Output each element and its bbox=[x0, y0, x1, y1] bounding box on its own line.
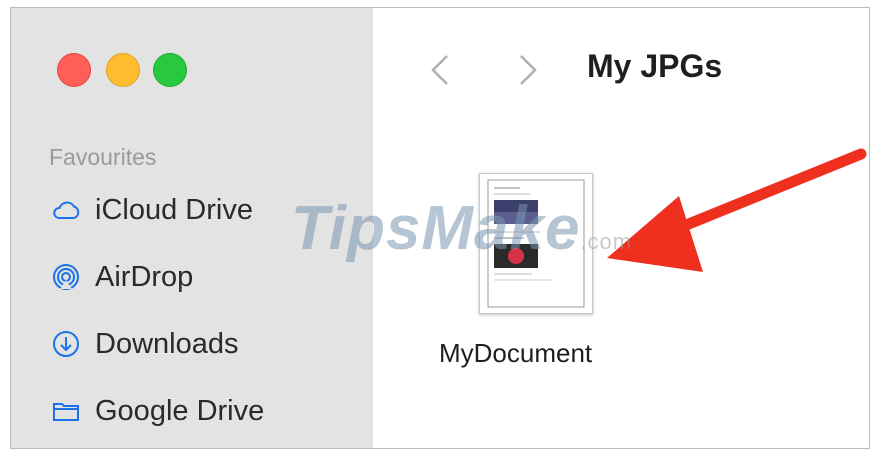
minimize-window-button[interactable] bbox=[106, 53, 140, 87]
sidebar-item-google-drive[interactable]: Google Drive bbox=[51, 391, 264, 431]
window-title: My JPGs bbox=[587, 48, 723, 84]
folder-icon bbox=[53, 403, 79, 421]
forward-icon[interactable] bbox=[513, 50, 543, 90]
sidebar-item-downloads[interactable]: Downloads bbox=[51, 324, 238, 364]
file-name-label: MyDocument bbox=[439, 338, 593, 368]
sidebar-item-label: Downloads bbox=[95, 327, 239, 360]
close-window-button[interactable] bbox=[57, 53, 91, 87]
sidebar-item-airdrop[interactable]: AirDrop bbox=[51, 257, 193, 297]
sidebar-item-icloud-drive[interactable]: iCloud Drive bbox=[51, 190, 253, 230]
watermark: TipsMake.com bbox=[291, 194, 633, 263]
cloud-icon bbox=[53, 201, 80, 219]
finder-window: Favourites iCloud Drive AirDrop Download… bbox=[10, 7, 870, 449]
airdrop-icon bbox=[53, 264, 79, 290]
sidebar-item-label: iCloud Drive bbox=[95, 193, 253, 226]
red-arrow-annotation bbox=[607, 148, 867, 272]
sidebar-section-favourites: Favourites bbox=[49, 144, 157, 170]
download-icon bbox=[53, 331, 79, 357]
sidebar-item-label: Google Drive bbox=[95, 394, 265, 427]
sidebar-item-label: AirDrop bbox=[95, 260, 194, 293]
back-icon[interactable] bbox=[425, 50, 455, 90]
maximize-window-button[interactable] bbox=[153, 53, 187, 87]
